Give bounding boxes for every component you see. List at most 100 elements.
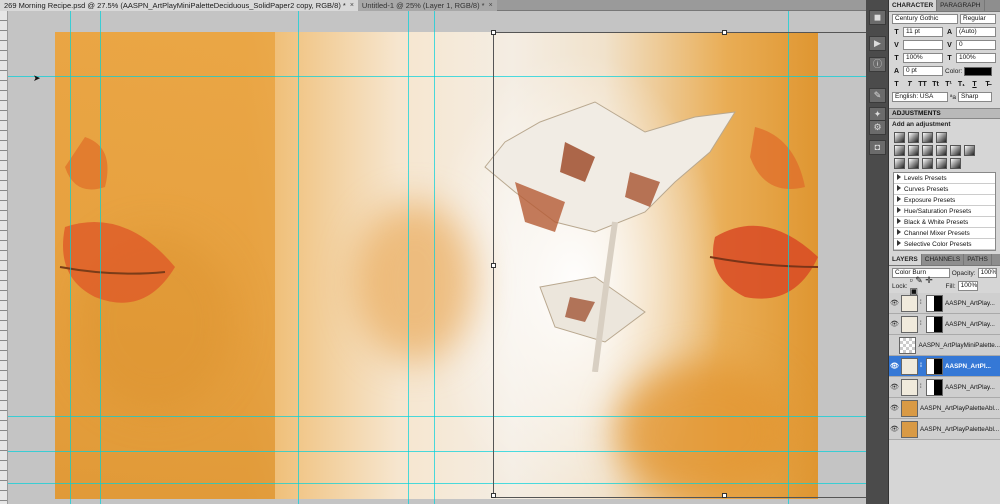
mask-icon[interactable]: ◘ <box>869 140 886 155</box>
vertical-scale-field[interactable]: 100% <box>903 53 943 63</box>
preset-item[interactable]: Exposure Presets <box>894 195 995 206</box>
subscript-button[interactable]: T₁ <box>957 81 966 88</box>
faux-italic-button[interactable]: T <box>905 81 914 88</box>
strikethrough-button[interactable]: T̶ <box>983 81 992 88</box>
selective-color-icon[interactable] <box>950 158 961 169</box>
tab-paragraph[interactable]: PARAGRAPH <box>937 0 985 11</box>
underline-button[interactable]: T <box>970 81 979 88</box>
levels-icon[interactable] <box>908 132 919 143</box>
play-icon[interactable]: ▶ <box>869 36 886 51</box>
preset-item[interactable]: Channel Mixer Presets <box>894 228 995 239</box>
layer-thumbnail <box>901 378 918 396</box>
opacity-field[interactable]: 100% <box>977 268 997 278</box>
link-icon[interactable]: ⁞ <box>920 321 924 327</box>
gear-icon[interactable]: ⚙ <box>869 120 886 135</box>
channel-mixer-icon[interactable] <box>964 145 975 156</box>
layer-mask-thumbnail[interactable] <box>926 315 943 333</box>
transform-handle[interactable] <box>491 263 496 268</box>
tab-paths[interactable]: PATHS <box>964 254 992 265</box>
transform-handle[interactable] <box>722 30 727 35</box>
brush-icon[interactable]: ✎ <box>869 88 886 103</box>
font-size-field[interactable]: 11 pt <box>903 27 943 37</box>
layer-row[interactable]: 👁 ⁞ AASPN_ArtPlay... <box>889 314 1000 335</box>
guide-line[interactable] <box>100 11 101 504</box>
eye-icon[interactable]: 👁 <box>890 383 899 391</box>
all-caps-button[interactable]: TT <box>918 81 927 88</box>
vibrance-icon[interactable] <box>894 145 905 156</box>
eye-icon[interactable]: 👁 <box>890 425 899 433</box>
layer-row[interactable]: 👁 ⁞ AASPN_ArtPlay... <box>889 293 1000 314</box>
preset-item[interactable]: Curves Presets <box>894 184 995 195</box>
eye-icon[interactable]: 👁 <box>890 299 899 307</box>
close-icon[interactable]: × <box>489 2 493 9</box>
fill-field[interactable]: 100% <box>957 281 978 291</box>
canvas-area[interactable]: ➤ <box>8 11 866 504</box>
preset-item[interactable]: Selective Color Presets <box>894 239 995 250</box>
tracking-field[interactable]: 0 <box>956 40 996 50</box>
eye-icon[interactable]: 👁 <box>890 362 899 370</box>
guide-line[interactable] <box>408 11 409 504</box>
language-select[interactable]: English: USA <box>892 92 948 102</box>
baseline-shift-field[interactable]: 0 pt <box>903 66 943 76</box>
layer-mask-thumbnail[interactable] <box>926 294 943 312</box>
adjustment-icons-row-1 <box>894 132 995 143</box>
layer-row[interactable]: 👁 AASPN_ArtPlayPaletteAbl... <box>889 419 1000 440</box>
preset-item[interactable]: Black & White Presets <box>894 217 995 228</box>
layer-row-selected[interactable]: 👁 ⁞ AASPN_ArtPl... <box>889 356 1000 377</box>
guide-line[interactable] <box>298 11 299 504</box>
transform-handle[interactable] <box>491 493 496 498</box>
eye-icon[interactable]: 👁 <box>890 404 899 412</box>
antialias-select[interactable]: Sharp <box>958 92 993 102</box>
transform-bounding-box[interactable] <box>491 30 866 498</box>
document-tab-inactive[interactable]: Untitled-1 @ 25% (Layer 1, RGB/8) * × <box>357 0 497 11</box>
leading-field[interactable]: (Auto) <box>956 27 996 37</box>
layer-row[interactable]: 👁 ⁞ AASPN_ArtPlay... <box>889 377 1000 398</box>
threshold-icon[interactable] <box>922 158 933 169</box>
layer-mask-thumbnail[interactable] <box>926 357 943 375</box>
photo-filter-icon[interactable] <box>950 145 961 156</box>
swatch-icon[interactable]: ◼ <box>869 10 886 25</box>
link-icon[interactable]: ⁞ <box>920 384 924 390</box>
tab-channels[interactable]: CHANNELS <box>922 254 965 265</box>
eye-icon[interactable]: 👁 <box>890 320 899 328</box>
posterize-icon[interactable] <box>908 158 919 169</box>
guide-line[interactable] <box>434 11 435 504</box>
superscript-button[interactable]: T¹ <box>944 81 953 88</box>
color-balance-icon[interactable] <box>922 145 933 156</box>
layer-row[interactable]: AASPN_ArtPlayMiniPalette... <box>889 335 1000 356</box>
gradient-map-icon[interactable] <box>936 158 947 169</box>
horizontal-scale-field[interactable]: 100% <box>956 53 996 63</box>
font-size-icon: T <box>894 28 899 36</box>
font-style-select[interactable]: Regular <box>960 14 996 24</box>
guide-line[interactable] <box>70 11 71 504</box>
font-family-select[interactable]: Century Gothic <box>892 14 958 24</box>
small-caps-button[interactable]: Tt <box>931 81 940 88</box>
document-tab-active[interactable]: 269 Morning Recipe.psd @ 27.5% (AASPN_Ar… <box>0 0 358 11</box>
preset-item[interactable]: Levels Presets <box>894 173 995 184</box>
layer-mask-thumbnail[interactable] <box>926 378 943 396</box>
transform-handle[interactable] <box>722 493 727 498</box>
preset-item[interactable]: Hue/Saturation Presets <box>894 206 995 217</box>
brightness-icon[interactable] <box>894 132 905 143</box>
close-icon[interactable]: × <box>350 2 354 9</box>
text-color-swatch[interactable] <box>964 66 993 76</box>
faux-bold-button[interactable]: T <box>892 81 901 88</box>
info-icon[interactable]: ⓘ <box>869 57 886 72</box>
kerning-field[interactable] <box>903 40 943 50</box>
transform-handle[interactable] <box>491 30 496 35</box>
black-white-icon[interactable] <box>936 145 947 156</box>
exposure-icon[interactable] <box>936 132 947 143</box>
hue-saturation-icon[interactable] <box>908 145 919 156</box>
link-icon[interactable]: ⁞ <box>920 300 924 306</box>
curves-icon[interactable] <box>922 132 933 143</box>
invert-icon[interactable] <box>894 158 905 169</box>
tracking-icon: V <box>947 41 952 49</box>
vertical-ruler[interactable] <box>0 11 8 504</box>
link-icon[interactable]: ⁞ <box>920 363 924 369</box>
eye-hidden-icon[interactable] <box>890 341 897 349</box>
tab-layers[interactable]: LAYERS <box>889 254 922 265</box>
adjustments-panel-header[interactable]: ADJUSTMENTS <box>889 108 1000 119</box>
text-style-buttons: T T TT Tt T¹ T₁ T T̶ <box>892 78 997 90</box>
tab-character[interactable]: CHARACTER <box>889 0 938 11</box>
layer-row[interactable]: 👁 AASPN_ArtPlayPaletteAbl... <box>889 398 1000 419</box>
